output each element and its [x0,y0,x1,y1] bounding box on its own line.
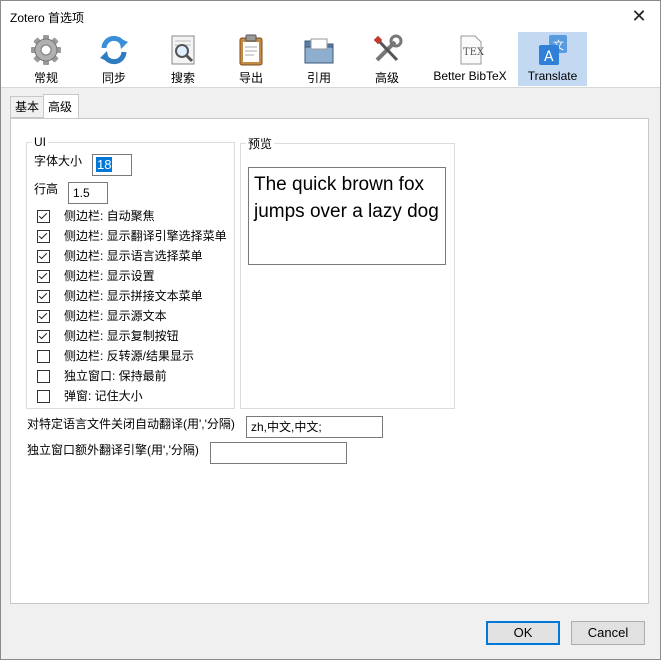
checkbox-row[interactable]: 弹窗: 记住大小 [35,386,143,406]
toolbar-item-advanced[interactable]: 高级 [362,32,412,86]
tab-panel-advanced: UI 字体大小 18 行高 1.5 侧边栏: 自动聚焦 侧边栏: 显示翻译引擎选… [10,118,649,604]
tools-icon [373,34,403,62]
checkbox[interactable] [37,370,50,383]
translate-icon: 文 A [538,35,567,65]
checkbox-row[interactable]: 侧边栏: 显示语言选择菜单 [35,246,203,266]
preview-group-legend: 预览 [248,137,273,151]
font-size-value: 18 [96,157,113,172]
toolbar-item-better-bibtex[interactable]: TEX Better BibTeX [429,32,511,86]
toolbar-label: 导出 [238,71,263,85]
checkbox[interactable] [37,330,50,343]
checkbox-row[interactable]: 侧边栏: 自动聚焦 [35,206,155,226]
toolbar-item-export[interactable]: 导出 [226,32,276,86]
toolbar-item-search[interactable]: 搜索 [158,32,208,86]
checkbox-label: 独立窗口: 保持最前 [64,369,167,383]
line-height-label: 行高 [34,182,59,196]
checkbox[interactable] [37,250,50,263]
preview-text: The quick brown fox jumps over a lazy do… [248,167,446,265]
svg-text:TEX: TEX [463,47,485,58]
checkbox-row[interactable]: 侧边栏: 显示翻译引擎选择菜单 [35,226,227,246]
checkbox-row[interactable]: 侧边栏: 反转源/结果显示 [35,346,194,366]
checkbox-label: 侧边栏: 显示拼接文本菜单 [64,289,203,303]
toolbar-item-general[interactable]: 常规 [21,32,71,86]
extra-engines-input[interactable] [210,442,347,464]
preview-group: 预览 The quick brown fox jumps over a lazy… [240,135,455,409]
preferences-window: Zotero 首选项 ✕ 常规 同步 搜索 导出 引用 高级 TEX Bette… [0,0,661,660]
checkbox-label: 侧边栏: 反转源/结果显示 [64,349,195,363]
toolbar-item-translate[interactable]: 文 A Translate [518,32,587,86]
svg-text:A: A [544,49,554,65]
disable-auto-translate-input[interactable]: zh,中文,中文; [246,416,383,438]
checkbox[interactable] [37,310,50,323]
toolbar-label: 搜索 [170,71,195,85]
checkbox[interactable] [37,270,50,283]
toolbar-label: 高级 [374,71,399,85]
folder-icon [304,38,334,64]
checkbox-label: 侧边栏: 自动聚焦 [64,209,155,223]
checkbox-row[interactable]: 侧边栏: 显示复制按钮 [35,326,179,346]
window-title: Zotero 首选项 [10,11,85,25]
ui-group-legend: UI [34,135,46,149]
toolbar-label: 常规 [33,71,58,85]
tab-advanced[interactable]: 高级 [43,94,79,119]
toolbar-label: 引用 [306,71,331,85]
clipboard-icon [239,34,263,66]
preferences-toolbar: 常规 同步 搜索 导出 引用 高级 TEX Better BibTeX 文 A … [1,31,660,88]
checkbox[interactable] [37,290,50,303]
sync-icon [100,35,128,65]
checkbox-row[interactable]: 侧边栏: 显示源文本 [35,306,167,326]
checkbox[interactable] [37,350,50,363]
ok-button[interactable]: OK [486,621,560,645]
checkbox[interactable] [37,210,50,223]
toolbar-label: 同步 [101,71,126,85]
search-icon [171,35,195,65]
checkbox-label: 侧边栏: 显示语言选择菜单 [64,249,203,263]
tab-basic[interactable]: 基本 [10,96,47,118]
checkbox-label: 弹窗: 记住大小 [64,389,143,403]
gear-icon [31,35,61,65]
toolbar-item-sync[interactable]: 同步 [89,32,139,86]
extra-engines-label: 独立窗口额外翻译引擎(用','分隔) [27,443,199,457]
checkbox-row[interactable]: 独立窗口: 保持最前 [35,366,167,386]
checkbox-row[interactable]: 侧边栏: 显示拼接文本菜单 [35,286,203,306]
tex-icon: TEX [460,35,485,65]
toolbar-label: Translate [527,69,578,83]
disable-auto-translate-label: 对特定语言文件关闭自动翻译(用','分隔) [27,417,235,431]
checkbox-label: 侧边栏: 显示源文本 [64,309,167,323]
checkbox[interactable] [37,230,50,243]
ui-group: UI 字体大小 18 行高 1.5 侧边栏: 自动聚焦 侧边栏: 显示翻译引擎选… [26,135,235,409]
checkbox-label: 侧边栏: 显示翻译引擎选择菜单 [64,229,227,243]
title-bar: Zotero 首选项 ✕ [1,1,660,31]
font-size-input[interactable]: 18 [92,154,132,176]
font-size-label: 字体大小 [34,154,83,168]
checkbox[interactable] [37,390,50,403]
checkbox-label: 侧边栏: 显示复制按钮 [64,329,179,343]
cancel-button[interactable]: Cancel [571,621,645,645]
close-icon[interactable]: ✕ [628,5,650,27]
checkbox-row[interactable]: 侧边栏: 显示设置 [35,266,155,286]
toolbar-label: Better BibTeX [433,69,507,83]
toolbar-item-cite[interactable]: 引用 [294,32,344,86]
checkbox-label: 侧边栏: 显示设置 [64,269,155,283]
line-height-input[interactable]: 1.5 [68,182,108,204]
